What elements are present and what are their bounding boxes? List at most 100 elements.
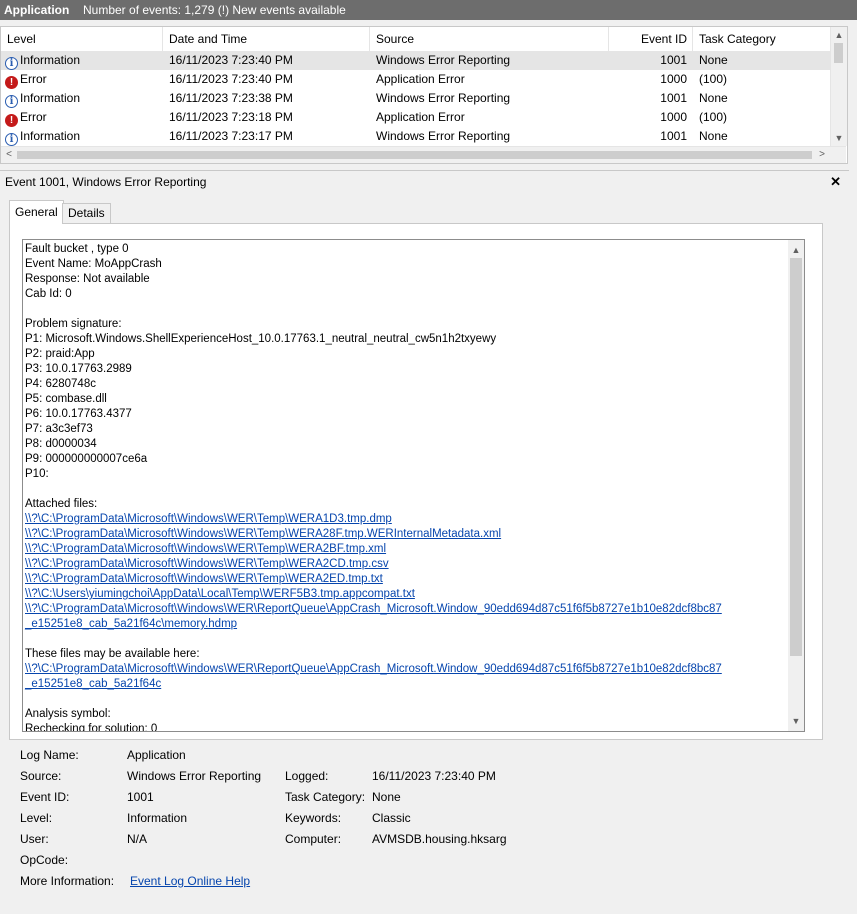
log-name-label: Log Name: bbox=[20, 748, 79, 762]
cell-source: Windows Error Reporting bbox=[376, 91, 511, 105]
event-list-horizontal-scrollbar[interactable]: < > bbox=[1, 146, 846, 163]
event-count: Number of events: 1,279 (!) New events a… bbox=[83, 3, 346, 17]
attached-file-link[interactable]: \\?\C:\ProgramData\Microsoft\Windows\WER… bbox=[25, 512, 785, 527]
description-line: Cab Id: 0 bbox=[25, 288, 72, 300]
cell-source: Application Error bbox=[376, 72, 465, 86]
event-log-online-help-link[interactable]: Event Log Online Help bbox=[130, 873, 250, 889]
logged-value: 16/11/2023 7:23:40 PM bbox=[372, 769, 496, 783]
attached-file-link[interactable]: \\?\C:\ProgramData\Microsoft\Windows\WER… bbox=[25, 572, 785, 587]
scroll-thumb[interactable] bbox=[834, 43, 843, 63]
opcode-label: OpCode: bbox=[20, 853, 69, 867]
available-path-link[interactable]: \\?\C:\ProgramData\Microsoft\Windows\WER… bbox=[25, 662, 785, 677]
task-category-label: Task Category: bbox=[285, 790, 366, 804]
cell-source: Application Error bbox=[376, 110, 465, 124]
computer-label: Computer: bbox=[285, 832, 342, 846]
cell-datetime: 16/11/2023 7:23:18 PM bbox=[169, 110, 293, 124]
description-line: Response: Not available bbox=[25, 273, 150, 285]
keywords-label: Keywords: bbox=[285, 811, 342, 825]
description-line: Event Name: MoAppCrash bbox=[25, 258, 162, 270]
cell-event-id: 1000 bbox=[660, 110, 687, 124]
logged-label: Logged: bbox=[285, 769, 329, 783]
cell-task-category: None bbox=[699, 129, 728, 143]
description-line bbox=[25, 302, 785, 317]
tab-general[interactable]: General bbox=[9, 200, 64, 224]
column-header-source[interactable]: Source bbox=[370, 27, 609, 51]
attached-file-link[interactable]: \\?\C:\ProgramData\Microsoft\Windows\WER… bbox=[25, 602, 785, 617]
scroll-left-arrow-icon[interactable]: < bbox=[1, 147, 17, 163]
event-list-vertical-scrollbar[interactable]: ▲ ▼ bbox=[830, 27, 847, 146]
table-row[interactable]: i Information 16/11/2023 7:23:40 PM Windows… bbox=[1, 51, 830, 70]
event-detail-header: Event 1001, Windows Error Reporting ✕ bbox=[0, 170, 849, 192]
event-list-header: Level Date and Time Source Event ID Task… bbox=[1, 27, 830, 52]
description-line: P1: Microsoft.Windows.ShellExperienceHos… bbox=[25, 333, 497, 345]
cell-task-category: None bbox=[699, 53, 728, 67]
information-icon: i bbox=[5, 133, 18, 146]
column-header-datetime[interactable]: Date and Time bbox=[163, 27, 370, 51]
close-icon[interactable]: ✕ bbox=[830, 171, 841, 193]
description-line: Rechecking for solution: 0 bbox=[25, 723, 158, 732]
cell-level: i Information bbox=[5, 51, 80, 70]
description-line: Fault bucket , type 0 bbox=[25, 243, 129, 255]
log-name-value: Application bbox=[127, 748, 186, 762]
description-line: P6: 10.0.17763.4377 bbox=[25, 408, 132, 420]
computer-value: AVMSDB.housing.hksarg bbox=[372, 832, 507, 846]
cell-event-id: 1000 bbox=[660, 72, 687, 86]
tab-details[interactable]: Details bbox=[62, 203, 111, 224]
event-detail-title: Event 1001, Windows Error Reporting bbox=[5, 175, 207, 189]
event-list[interactable]: Level Date and Time Source Event ID Task… bbox=[0, 26, 848, 164]
description-line: P2: praid:App bbox=[25, 348, 95, 360]
cell-level-text: Information bbox=[20, 129, 81, 143]
attached-file-link[interactable]: _e15251e8_cab_5a21f64c\memory.hdmp bbox=[25, 617, 785, 632]
cell-level-text: Information bbox=[20, 53, 81, 67]
table-row[interactable]: i Information 16/11/2023 7:23:17 PM Windows… bbox=[1, 127, 830, 146]
cell-event-id: 1001 bbox=[660, 91, 687, 105]
description-scrollbar[interactable]: ▲ ▼ bbox=[788, 240, 804, 731]
scroll-thumb[interactable] bbox=[790, 258, 802, 656]
attached-file-link[interactable]: \\?\C:\ProgramData\Microsoft\Windows\WER… bbox=[25, 542, 785, 557]
description-line: P10: bbox=[25, 468, 49, 480]
user-label: User: bbox=[20, 832, 49, 846]
cell-datetime: 16/11/2023 7:23:17 PM bbox=[169, 129, 293, 143]
table-row[interactable]: ! Error 16/11/2023 7:23:18 PM Application E… bbox=[1, 108, 830, 127]
keywords-value: Classic bbox=[372, 811, 411, 825]
description-line: P4: 6280748c bbox=[25, 378, 96, 390]
scroll-down-arrow-icon[interactable]: ▼ bbox=[788, 713, 804, 729]
cell-task-category: (100) bbox=[699, 110, 728, 124]
log-name-title: Application bbox=[4, 3, 70, 17]
cell-event-id: 1001 bbox=[660, 129, 687, 143]
cell-level: i Information bbox=[5, 89, 80, 108]
cell-level: i Information bbox=[5, 127, 80, 146]
level-label: Level: bbox=[20, 811, 53, 825]
column-header-task-category[interactable]: Task Category bbox=[693, 27, 830, 51]
cell-level: ! Error bbox=[5, 70, 47, 89]
attached-file-link[interactable]: \\?\C:\ProgramData\Microsoft\Windows\WER… bbox=[25, 557, 785, 572]
description-line bbox=[25, 692, 785, 707]
cell-task-category: (100) bbox=[699, 72, 728, 86]
column-header-event-id[interactable]: Event ID bbox=[609, 27, 693, 51]
scroll-down-arrow-icon[interactable]: ▼ bbox=[831, 130, 847, 146]
source-label: Source: bbox=[20, 769, 62, 783]
event-description-textbox[interactable]: Fault bucket , type 0 Event Name: MoAppCr… bbox=[22, 239, 805, 732]
event-description-text: Fault bucket , type 0 Event Name: MoAppCr… bbox=[25, 242, 785, 732]
event-id-label: Event ID: bbox=[20, 790, 70, 804]
scroll-up-arrow-icon[interactable]: ▲ bbox=[788, 242, 804, 258]
cell-level-text: Information bbox=[20, 91, 81, 105]
user-value: N/A bbox=[127, 832, 148, 846]
available-path-link[interactable]: _e15251e8_cab_5a21f64c bbox=[25, 677, 785, 692]
table-row[interactable]: i Information 16/11/2023 7:23:38 PM Windows… bbox=[1, 89, 830, 108]
scroll-up-arrow-icon[interactable]: ▲ bbox=[831, 27, 847, 43]
scroll-thumb-horizontal[interactable] bbox=[17, 151, 812, 159]
cell-source: Windows Error Reporting bbox=[376, 53, 511, 67]
cell-datetime: 16/11/2023 7:23:40 PM bbox=[169, 53, 293, 67]
description-line: P3: 10.0.17763.2989 bbox=[25, 363, 132, 375]
attached-file-link[interactable]: \\?\C:\ProgramData\Microsoft\Windows\WER… bbox=[25, 527, 785, 542]
more-information-label: More Information: bbox=[20, 874, 115, 888]
information-icon: i bbox=[5, 57, 18, 70]
description-line: P9: 000000000007ce6a bbox=[25, 453, 148, 465]
scroll-right-arrow-icon[interactable]: > bbox=[814, 147, 830, 163]
attached-file-link[interactable]: \\?\C:\Users\yiumingchoi\AppData\Local\T… bbox=[25, 587, 785, 602]
table-row[interactable]: ! Error 16/11/2023 7:23:40 PM Application E… bbox=[1, 70, 830, 89]
title-bar: Application Number of events: 1,279 (!) … bbox=[0, 0, 857, 20]
column-header-level[interactable]: Level bbox=[1, 27, 163, 51]
cell-datetime: 16/11/2023 7:23:40 PM bbox=[169, 72, 293, 86]
